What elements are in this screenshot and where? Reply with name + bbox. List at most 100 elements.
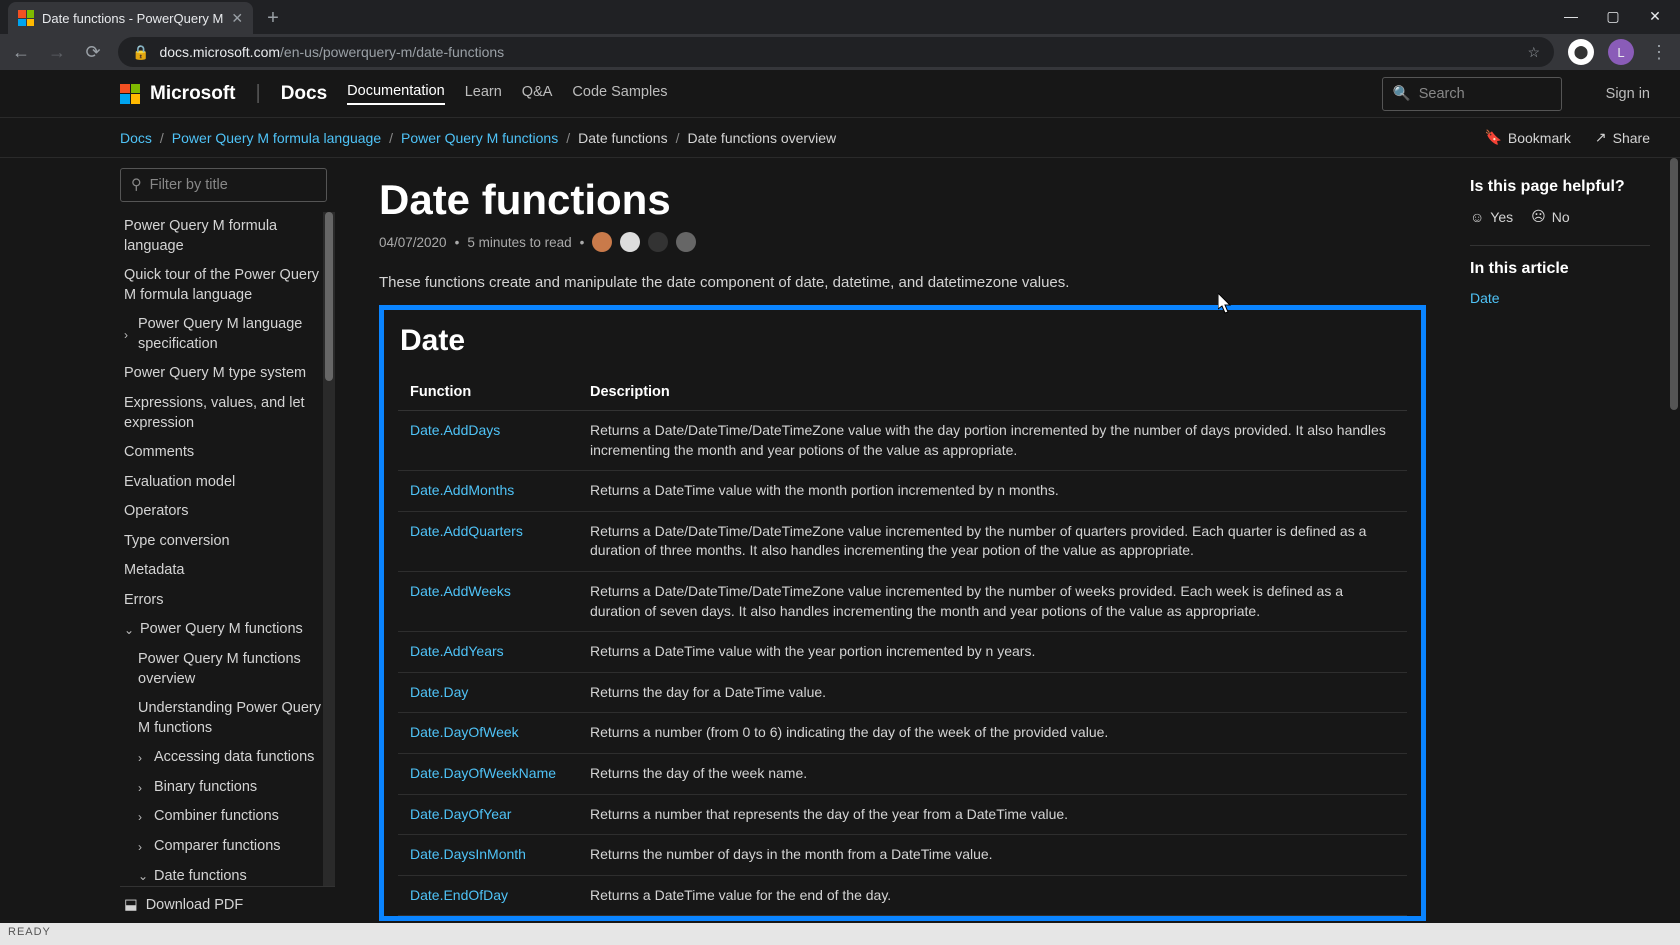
contributor-avatar[interactable]	[648, 232, 668, 252]
function-description: Returns a number (from 0 to 6) indicatin…	[578, 713, 1407, 754]
back-button[interactable]: ←	[10, 42, 32, 63]
sidebar-item[interactable]: Power Query M formula language	[120, 212, 335, 261]
function-description: Returns a number that represents the day…	[578, 794, 1407, 835]
nav-code-samples[interactable]: Code Samples	[572, 84, 667, 104]
bookmark-label: Bookmark	[1508, 130, 1571, 146]
profile-avatar[interactable]: L	[1608, 39, 1634, 65]
window-close[interactable]: ✕	[1644, 8, 1666, 25]
filter-input[interactable]: ⚲ Filter by title	[120, 168, 327, 202]
function-description: Returns the day of the week name.	[578, 753, 1407, 794]
tab-close-icon[interactable]: ✕	[231, 10, 243, 27]
crumb-sep: /	[389, 130, 393, 146]
forward-button[interactable]: →	[46, 42, 68, 63]
sidebar-item[interactable]: ›Comparer functions	[120, 832, 335, 862]
microsoft-logo[interactable]: Microsoft	[120, 83, 236, 105]
article-date: 04/07/2020	[379, 235, 447, 250]
sidebar-item[interactable]: ⌄Date functions	[120, 862, 335, 887]
sidebar-item[interactable]: ›Binary functions	[120, 773, 335, 803]
caret-icon: ⌄	[124, 622, 134, 638]
crumb-sep: /	[566, 130, 570, 146]
star-icon[interactable]: ☆	[1527, 44, 1540, 61]
function-link[interactable]: Date.AddMonths	[398, 471, 578, 512]
helpful-heading: Is this page helpful?	[1470, 178, 1650, 196]
sidebar-item-label: Date functions	[154, 867, 247, 887]
sidebar-item[interactable]: Power Query M type system	[120, 359, 335, 389]
nav-qa[interactable]: Q&A	[522, 84, 553, 104]
anchor-date[interactable]: Date	[1470, 290, 1650, 306]
table-row: Date.DayOfWeekNameReturns the day of the…	[398, 753, 1407, 794]
crumb-functions[interactable]: Power Query M functions	[401, 130, 558, 146]
sidebar-item[interactable]: Errors	[120, 586, 335, 616]
contributor-avatar[interactable]	[676, 232, 696, 252]
window-maximize[interactable]: ▢	[1602, 8, 1624, 25]
caret-icon: ›	[138, 780, 148, 796]
bookmark-icon: 🔖	[1484, 129, 1501, 146]
function-link[interactable]: Date.AddDays	[398, 411, 578, 471]
page-scrollbar[interactable]	[1668, 158, 1680, 923]
sidebar-item[interactable]: ⌄Power Query M functions	[120, 615, 335, 645]
nav-learn[interactable]: Learn	[465, 84, 502, 104]
sign-in-link[interactable]: Sign in	[1606, 86, 1650, 102]
url-input[interactable]: 🔒 docs.microsoft.com/en-us/powerquery-m/…	[118, 37, 1554, 67]
new-tab-button[interactable]: +	[259, 2, 287, 34]
section-heading-date: Date	[400, 324, 1407, 358]
function-link[interactable]: Date.DayOfWeekName	[398, 753, 578, 794]
sidebar-item-label: Power Query M language specification	[138, 315, 335, 354]
sidebar-item[interactable]: ›Combiner functions	[120, 802, 335, 832]
contributor-avatar[interactable]	[592, 232, 612, 252]
extension-icon[interactable]: ⬤	[1568, 39, 1594, 65]
table-row: Date.AddDaysReturns a Date/DateTime/Date…	[398, 411, 1407, 471]
share-button[interactable]: ↗Share	[1595, 129, 1650, 146]
sidebar-item[interactable]: Metadata	[120, 556, 335, 586]
filter-icon: ⚲	[131, 177, 142, 193]
sidebar-item-label: Comments	[124, 443, 194, 463]
sidebar-item[interactable]: Quick tour of the Power Query M formula …	[120, 261, 335, 310]
bookmark-button[interactable]: 🔖 Bookmark	[1484, 129, 1570, 146]
nav-documentation[interactable]: Documentation	[347, 83, 445, 105]
table-row: Date.AddMonthsReturns a DateTime value w…	[398, 471, 1407, 512]
function-link[interactable]: Date.DayOfYear	[398, 794, 578, 835]
contributor-avatar[interactable]	[620, 232, 640, 252]
sidebar-item[interactable]: Comments	[120, 438, 335, 468]
window-minimize[interactable]: —	[1560, 8, 1582, 25]
sidebar-item[interactable]: Power Query M functions overview	[120, 645, 335, 694]
sidebar-scrollbar[interactable]	[323, 212, 335, 886]
search-placeholder: Search	[1419, 86, 1465, 102]
page-title: Date functions	[379, 176, 1426, 224]
crumb-lang[interactable]: Power Query M formula language	[172, 130, 381, 146]
feedback-no-button[interactable]: ☹No	[1531, 208, 1570, 225]
download-pdf-button[interactable]: ⬓ Download PDF	[120, 886, 335, 913]
sidebar-item-label: Understanding Power Query M functions	[138, 699, 335, 738]
url-path: /en-us/powerquery-m/date-functions	[280, 44, 504, 60]
sidebar-item-label: Combiner functions	[154, 807, 279, 827]
function-description: Returns a DateTime value for the end of …	[578, 875, 1407, 916]
site-search-input[interactable]: 🔍 Search	[1382, 77, 1562, 111]
reload-button[interactable]: ⟳	[82, 42, 104, 63]
sidebar-item[interactable]: Understanding Power Query M functions	[120, 694, 335, 743]
function-link[interactable]: Date.AddQuarters	[398, 511, 578, 571]
sidebar-item[interactable]: Expressions, values, and let expression	[120, 389, 335, 438]
function-link[interactable]: Date.Day	[398, 672, 578, 713]
function-link[interactable]: Date.DayOfWeek	[398, 713, 578, 754]
sidebar-item-label: Power Query M formula language	[124, 217, 335, 256]
feedback-yes-button[interactable]: ☺Yes	[1470, 208, 1513, 225]
meta-sep: •	[455, 235, 460, 250]
function-description: Returns a Date/DateTime/DateTimeZone val…	[578, 411, 1407, 471]
docs-link[interactable]: Docs	[281, 83, 327, 105]
sidebar-item[interactable]: ›Power Query M language specification	[120, 310, 335, 359]
function-link[interactable]: Date.EndOfDay	[398, 875, 578, 916]
function-link[interactable]: Date.DaysInMonth	[398, 835, 578, 876]
sidebar-item[interactable]: Evaluation model	[120, 468, 335, 498]
function-link[interactable]: Date.AddYears	[398, 632, 578, 673]
sidebar-item[interactable]: Operators	[120, 497, 335, 527]
sidebar-item-label: Power Query M type system	[124, 364, 306, 384]
sidebar-item[interactable]: Type conversion	[120, 527, 335, 557]
browser-tab[interactable]: Date functions - PowerQuery M ✕	[8, 2, 253, 34]
sidebar-item[interactable]: ›Accessing data functions	[120, 743, 335, 773]
crumb-docs[interactable]: Docs	[120, 130, 152, 146]
article-readtime: 5 minutes to read	[467, 235, 571, 250]
menu-icon[interactable]: ⋮	[1648, 42, 1670, 63]
microsoft-icon	[120, 84, 140, 104]
function-link[interactable]: Date.AddWeeks	[398, 571, 578, 631]
meta-sep: •	[580, 235, 585, 250]
